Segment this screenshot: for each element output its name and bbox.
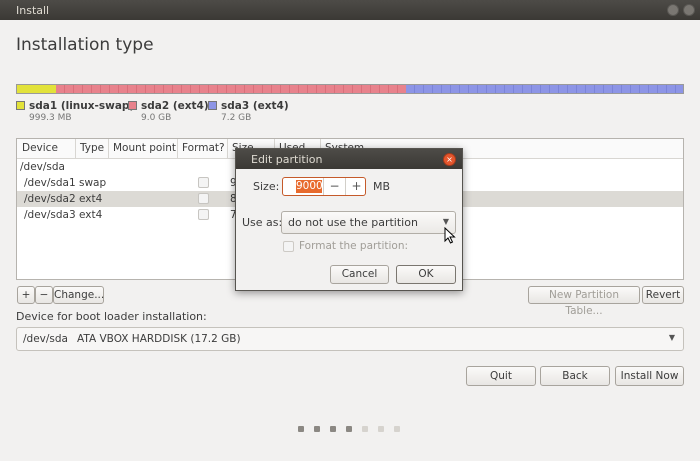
decrease-size-button[interactable]: − bbox=[323, 178, 345, 195]
step-dot bbox=[362, 426, 368, 432]
partition-bar bbox=[16, 84, 684, 94]
swap-color-swatch bbox=[16, 101, 25, 110]
format-checkbox[interactable] bbox=[198, 177, 209, 188]
legend-size: 7.2 GB bbox=[221, 113, 252, 123]
window-title: Install bbox=[16, 4, 50, 17]
device-cell: /dev/sda bbox=[20, 161, 65, 173]
device-cell: /dev/sda2 bbox=[24, 193, 76, 205]
use-as-select[interactable]: do not use the partition ▼ bbox=[281, 211, 456, 234]
boot-loader-label: Device for boot loader installation: bbox=[16, 310, 207, 323]
boot-loader-device-select[interactable]: /dev/sda ATA VBOX HARDDISK (17.2 GB) ▼ bbox=[16, 327, 684, 351]
size-value[interactable]: 9000 bbox=[296, 180, 323, 193]
chevron-down-icon: ▼ bbox=[668, 333, 675, 342]
edit-partition-dialog: Edit partition × Size: 9000 − + MB Use a… bbox=[235, 148, 463, 291]
quit-button[interactable]: Quit bbox=[466, 366, 536, 386]
ok-button[interactable]: OK bbox=[396, 265, 456, 284]
type-cell: ext4 bbox=[79, 193, 103, 205]
install-now-button[interactable]: Install Now bbox=[615, 366, 684, 386]
type-cell: ext4 bbox=[79, 209, 103, 221]
remove-partition-button[interactable]: − bbox=[35, 286, 53, 304]
format-checkbox[interactable] bbox=[198, 209, 209, 220]
new-partition-table-button[interactable]: New Partition Table... bbox=[528, 286, 640, 317]
revert-button[interactable]: Revert bbox=[642, 286, 684, 304]
format-partition-checkbox[interactable] bbox=[283, 241, 294, 252]
dialog-title: Edit partition bbox=[251, 153, 323, 166]
progress-step-indicator bbox=[298, 426, 400, 432]
page-title: Installation type bbox=[16, 35, 154, 55]
legend-label: sda3 (ext4) bbox=[221, 100, 289, 112]
column-header-format[interactable]: Format? bbox=[182, 142, 225, 154]
boot-device-path: /dev/sda bbox=[23, 333, 68, 345]
step-dot bbox=[378, 426, 384, 432]
title-bar: Install bbox=[0, 0, 700, 20]
size-spinbox[interactable]: 9000 − + bbox=[282, 177, 366, 196]
step-dot bbox=[298, 426, 304, 432]
step-dot bbox=[330, 426, 336, 432]
size-unit: MB bbox=[373, 180, 391, 193]
mouse-cursor-icon bbox=[444, 227, 456, 244]
increase-size-button[interactable]: + bbox=[345, 178, 367, 195]
close-icon[interactable]: × bbox=[443, 153, 456, 166]
column-header-mount-point[interactable]: Mount point bbox=[113, 142, 176, 154]
step-dot bbox=[346, 426, 352, 432]
chevron-down-icon: ▼ bbox=[442, 217, 449, 226]
device-cell: /dev/sda1 bbox=[24, 177, 76, 189]
use-as-value: do not use the partition bbox=[288, 216, 418, 229]
format-partition-label: Format the partition: bbox=[299, 240, 409, 252]
use-as-label: Use as: bbox=[242, 216, 283, 229]
step-dot bbox=[314, 426, 320, 432]
partition-segment-sda1 bbox=[17, 85, 56, 93]
type-cell: swap bbox=[79, 177, 107, 189]
legend-size: 999.3 MB bbox=[29, 113, 72, 123]
add-partition-button[interactable]: + bbox=[17, 286, 35, 304]
partition-segment-sda2 bbox=[56, 85, 406, 93]
device-cell: /dev/sda3 bbox=[24, 209, 76, 221]
back-button[interactable]: Back bbox=[540, 366, 610, 386]
ext4-color-swatch bbox=[128, 101, 137, 110]
step-dot bbox=[394, 426, 400, 432]
boot-device-description: ATA VBOX HARDDISK (17.2 GB) bbox=[77, 333, 241, 345]
partition-segment-sda3 bbox=[406, 85, 683, 93]
close-window-icon[interactable] bbox=[683, 4, 695, 16]
minimize-icon[interactable] bbox=[667, 4, 679, 16]
legend-label: sda1 (linux-swap) bbox=[29, 100, 135, 112]
legend-size: 9.0 GB bbox=[141, 113, 172, 123]
format-checkbox[interactable] bbox=[198, 193, 209, 204]
change-partition-button[interactable]: Change... bbox=[53, 286, 104, 304]
ext4-color-swatch bbox=[208, 101, 217, 110]
column-header-type[interactable]: Type bbox=[80, 142, 104, 154]
column-header-device[interactable]: Device bbox=[22, 142, 58, 154]
dialog-title-bar: Edit partition × bbox=[236, 149, 462, 169]
size-label: Size: bbox=[253, 180, 280, 193]
legend-label: sda2 (ext4) bbox=[141, 100, 209, 112]
cancel-button[interactable]: Cancel bbox=[330, 265, 389, 284]
